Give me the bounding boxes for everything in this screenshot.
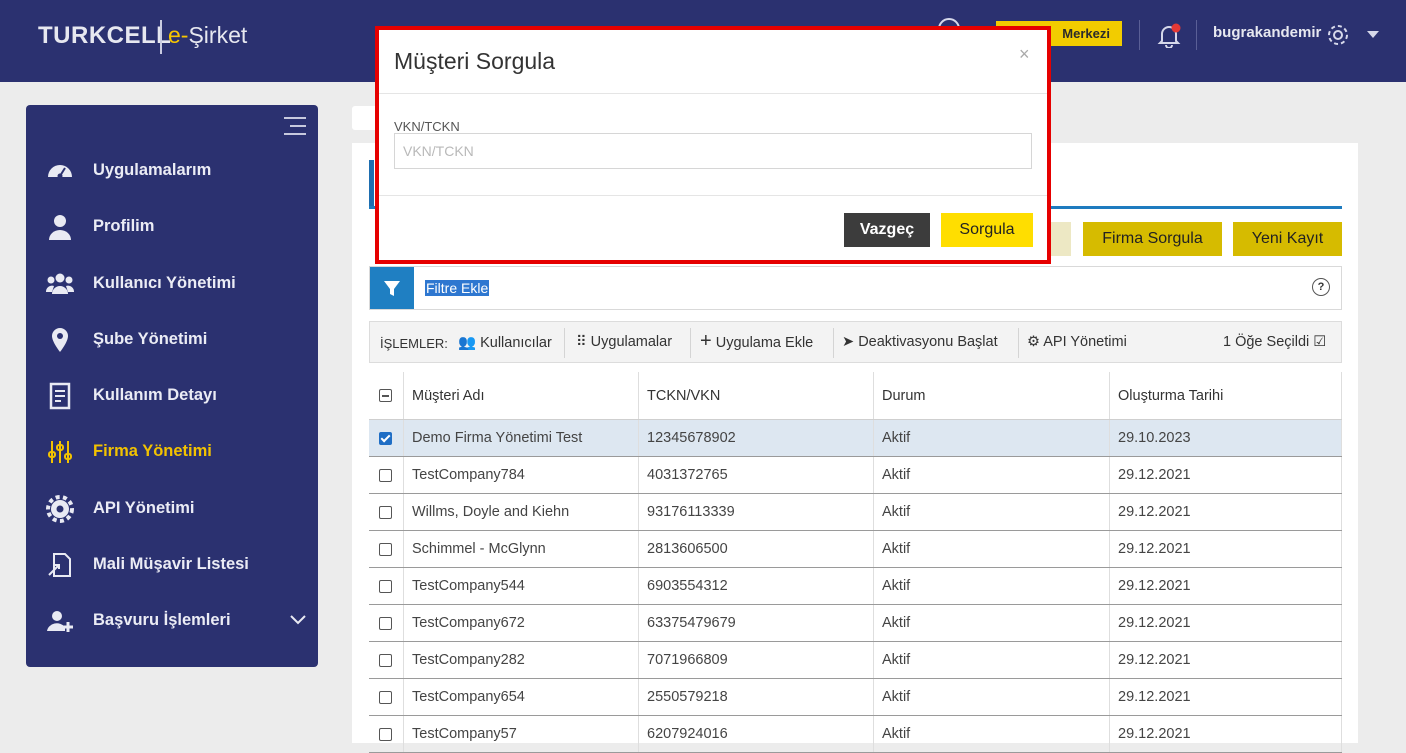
modal-divider	[379, 93, 1047, 94]
modal-title: Müşteri Sorgula	[394, 48, 556, 74]
modal-divider	[379, 195, 1047, 196]
vkn-tckn-input[interactable]	[394, 133, 1032, 169]
vkn-tckn-label: VKN/TCKN	[394, 119, 460, 134]
cancel-button[interactable]: Vazgeç	[844, 213, 930, 247]
close-icon[interactable]: ×	[1019, 44, 1030, 65]
submit-query-button[interactable]: Sorgula	[941, 213, 1033, 247]
musteri-sorgula-modal: Müşteri Sorgula × VKN/TCKN Vazgeç Sorgul…	[375, 26, 1051, 264]
